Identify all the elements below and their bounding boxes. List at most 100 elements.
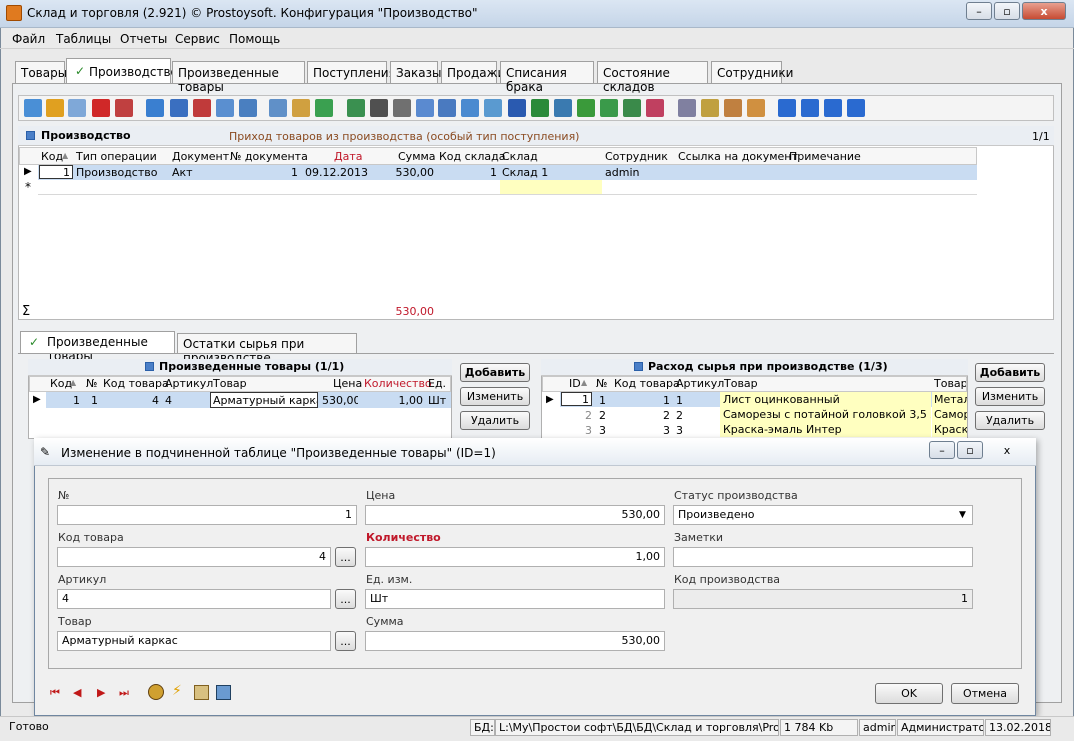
- col-item-code[interactable]: Код товара: [614, 377, 680, 390]
- cell-item-code[interactable]: 2: [614, 409, 670, 422]
- cell-article[interactable]: 1: [676, 394, 683, 407]
- filter-clear-icon[interactable]: [216, 99, 234, 117]
- filter-add-icon[interactable]: [170, 99, 188, 117]
- edit-raw-button[interactable]: Изменить: [975, 387, 1045, 406]
- tab-stock-status[interactable]: Состояние складов: [597, 61, 708, 94]
- dialog-maximize-button[interactable]: ▫: [957, 441, 983, 459]
- copy-icon[interactable]: [68, 99, 86, 117]
- item-lookup-button[interactable]: ...: [335, 631, 356, 651]
- cell-date[interactable]: 09.12.2013: [305, 166, 368, 179]
- item-field[interactable]: Арматурный каркас: [57, 631, 331, 651]
- refresh-icon[interactable]: [347, 99, 365, 117]
- first-record-icon[interactable]: [778, 99, 796, 117]
- col-item[interactable]: Товар: [213, 377, 247, 390]
- tab-sales[interactable]: Продажи: [441, 61, 505, 83]
- tab-production[interactable]: ✓ Производство: [66, 58, 178, 83]
- article-field[interactable]: 4: [57, 589, 331, 609]
- new-row-warehouse-cell[interactable]: [500, 180, 602, 194]
- article-lookup-button[interactable]: ...: [335, 589, 356, 609]
- col-doc-number[interactable]: № документа: [230, 150, 308, 163]
- delete-all-icon[interactable]: [115, 99, 133, 117]
- col-id[interactable]: ID: [569, 377, 581, 390]
- cell-id[interactable]: 3: [561, 424, 592, 437]
- html-icon[interactable]: [554, 99, 572, 117]
- preview-icon[interactable]: [416, 99, 434, 117]
- cell-op-type[interactable]: Производство: [76, 166, 157, 179]
- cell-article[interactable]: 2: [676, 409, 683, 422]
- item-code-lookup-button[interactable]: ...: [335, 547, 356, 567]
- find-icon[interactable]: [370, 99, 388, 117]
- price-field[interactable]: 530,00: [365, 505, 665, 525]
- cell-quantity[interactable]: 1,00: [364, 394, 424, 407]
- filter-icon[interactable]: [146, 99, 164, 117]
- subtab-raw-remainders[interactable]: Остатки сырья при производстве: [177, 333, 357, 365]
- col-number[interactable]: №: [86, 377, 97, 390]
- num-field[interactable]: 1: [57, 505, 357, 525]
- form-settings-icon[interactable]: [194, 685, 209, 700]
- cell-category[interactable]: Самор: [932, 407, 967, 422]
- cell-item[interactable]: Арматурный каркас: [210, 392, 318, 408]
- tab-defect-writeoffs[interactable]: Списания брака: [500, 61, 594, 94]
- cell-article[interactable]: 4: [165, 394, 172, 407]
- layout-icon[interactable]: [216, 685, 231, 700]
- cell-warehouse[interactable]: Склад 1: [502, 166, 548, 179]
- chevron-down-icon[interactable]: ▼: [959, 510, 966, 520]
- report-icon[interactable]: [438, 99, 456, 117]
- csv-icon[interactable]: [577, 99, 595, 117]
- report3-icon[interactable]: [484, 99, 502, 117]
- col-item[interactable]: Товар: [724, 377, 758, 390]
- col-op-type[interactable]: Тип операции: [76, 150, 157, 163]
- cell-item[interactable]: Краска-эмаль Интер: [720, 422, 931, 437]
- cell-code[interactable]: 1: [39, 165, 73, 179]
- menu-service[interactable]: Сервис: [175, 32, 220, 46]
- last-record-icon[interactable]: ⏭: [119, 686, 129, 700]
- cell-number[interactable]: 1: [599, 394, 606, 407]
- cell-item-code[interactable]: 4: [103, 394, 159, 407]
- col-item-code[interactable]: Код товара: [103, 377, 169, 390]
- next-record-icon[interactable]: ▶: [97, 686, 105, 699]
- chart-icon[interactable]: [646, 99, 664, 117]
- col-number[interactable]: №: [596, 377, 607, 390]
- col-quantity[interactable]: Количество: [364, 377, 432, 390]
- prev-record-icon[interactable]: [801, 99, 819, 117]
- excel-icon[interactable]: [531, 99, 549, 117]
- tab-employees[interactable]: Сотрудники: [711, 61, 793, 83]
- ok-button[interactable]: OK: [875, 683, 943, 704]
- globe-icon[interactable]: [148, 684, 164, 700]
- menu-reports[interactable]: Отчеты: [120, 32, 167, 46]
- col-article[interactable]: Артикул: [676, 377, 724, 390]
- cell-doc-number[interactable]: 1: [230, 166, 298, 179]
- col-document[interactable]: Документ: [172, 150, 229, 163]
- last-record-icon[interactable]: [847, 99, 865, 117]
- filter-save-icon[interactable]: [269, 99, 287, 117]
- col-warehouse-code[interactable]: Код склада: [439, 150, 505, 163]
- cell-sum[interactable]: 530,00: [368, 166, 435, 179]
- cell-item[interactable]: Саморезы с потайной головкой 3,5 x 16: [720, 407, 931, 422]
- txt-icon[interactable]: [623, 99, 641, 117]
- notes-field[interactable]: [673, 547, 973, 567]
- grid-icon[interactable]: [724, 99, 742, 117]
- cell-unit[interactable]: Шт: [428, 394, 446, 407]
- filter-remove-icon[interactable]: [193, 99, 211, 117]
- cancel-button[interactable]: Отмена: [951, 683, 1019, 704]
- delete-icon[interactable]: [92, 99, 110, 117]
- xml-icon[interactable]: [600, 99, 618, 117]
- tab-receipts[interactable]: Поступления: [307, 61, 396, 83]
- sort-icon[interactable]: [678, 99, 696, 117]
- col-date[interactable]: Дата: [334, 150, 362, 163]
- lightning-icon[interactable]: ⚡: [172, 683, 182, 699]
- columns-icon[interactable]: [701, 99, 719, 117]
- cell-item-code[interactable]: 3: [614, 424, 670, 437]
- col-code[interactable]: Код: [50, 377, 72, 390]
- cell-number[interactable]: 2: [599, 409, 606, 422]
- add-produced-button[interactable]: Добавить: [460, 363, 530, 382]
- dialog-minimize-button[interactable]: –: [929, 441, 955, 459]
- col-sum[interactable]: Сумма: [398, 150, 436, 163]
- tab-orders[interactable]: Заказы: [390, 61, 442, 83]
- cell-category[interactable]: Краска: [932, 422, 967, 437]
- filter-edit-icon[interactable]: [239, 99, 257, 117]
- col-employee[interactable]: Сотрудник: [605, 150, 668, 163]
- cell-number[interactable]: 3: [599, 424, 606, 437]
- delete-produced-button[interactable]: Удалить: [460, 411, 530, 430]
- menu-file[interactable]: Файл: [12, 32, 45, 46]
